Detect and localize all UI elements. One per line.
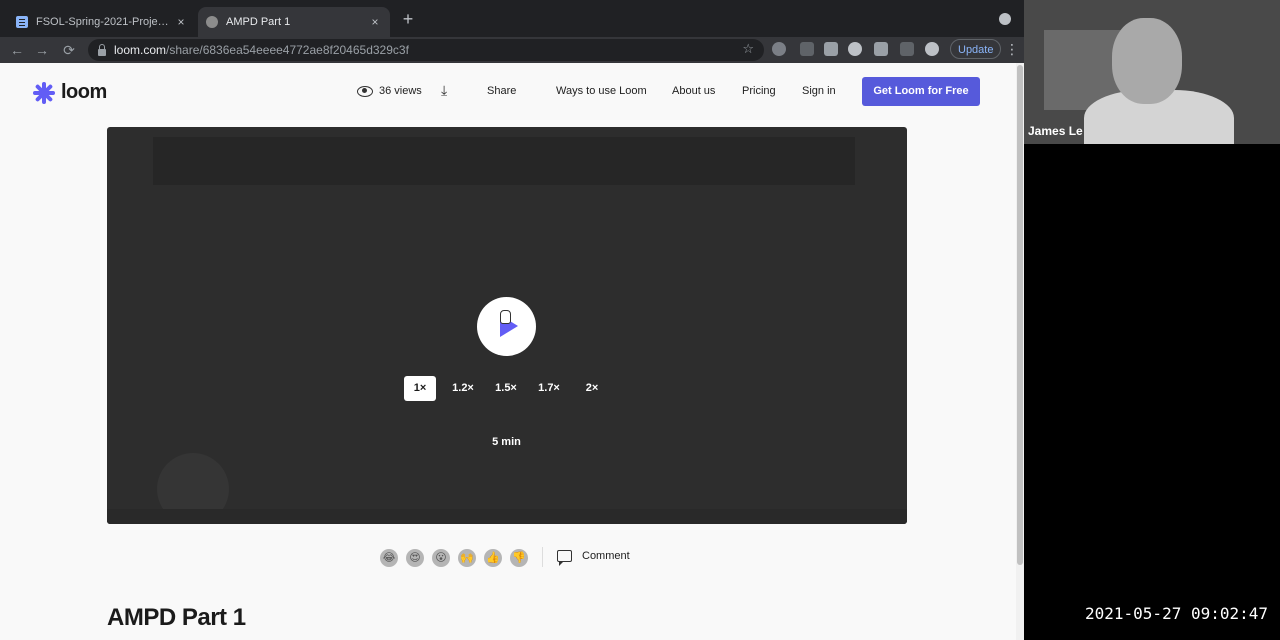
- video-player[interactable]: 1× 1.2× 1.5× 1.7× 2× 5 min: [107, 127, 907, 524]
- url-host: loom.com: [114, 43, 167, 57]
- extension-icon[interactable]: [772, 42, 786, 56]
- extension-icon[interactable]: [800, 42, 814, 56]
- webcam-person-face: [1112, 18, 1182, 104]
- tab-fsol-projects[interactable]: FSOL-Spring-2021-Projects-b ×: [8, 7, 196, 37]
- view-count-label: 36 views: [379, 85, 422, 97]
- browser-toolbar: ← → ⟳ loom.com/share/6836ea54eeee4772ae8…: [0, 37, 1024, 63]
- pricing-link[interactable]: Pricing: [742, 85, 776, 97]
- address-bar[interactable]: loom.com/share/6836ea54eeee4772ae8f20465…: [88, 39, 764, 61]
- loom-logo[interactable]: loom: [33, 81, 107, 104]
- puzzle-icon[interactable]: [874, 42, 888, 56]
- share-link[interactable]: Share: [487, 85, 516, 97]
- speed-option[interactable]: 2×: [576, 376, 608, 401]
- profile-avatar-icon[interactable]: [925, 42, 939, 56]
- browser-window: FSOL-Spring-2021-Projects-b × AMPD Part …: [0, 0, 1024, 640]
- reaction-thumbs-down-icon[interactable]: 👎: [510, 549, 528, 567]
- get-loom-button[interactable]: Get Loom for Free: [862, 77, 980, 106]
- url-path: /share/6836ea54eeee4772ae8f20465d329c3f: [166, 43, 409, 57]
- loom-favicon-icon: [206, 16, 218, 28]
- tab-title: FSOL-Spring-2021-Projects-b: [36, 16, 170, 28]
- back-button[interactable]: ←: [8, 41, 26, 59]
- reload-button[interactable]: ⟳: [60, 41, 78, 59]
- play-button[interactable]: [477, 297, 536, 356]
- extension-icon[interactable]: [824, 42, 838, 56]
- recording-timestamp: 2021-05-27 09:02:47: [1085, 604, 1269, 623]
- page-scrollbar[interactable]: [1016, 63, 1024, 640]
- reaction-laugh-icon[interactable]: 😂: [380, 549, 398, 567]
- comment-icon: [557, 550, 572, 566]
- video-frame-content: [153, 137, 855, 185]
- video-title: AMPD Part 1: [107, 604, 246, 631]
- loom-page: loom 36 views ⤓ Share Ways to use Loom A…: [0, 63, 1016, 640]
- tab-ampd-part-1[interactable]: AMPD Part 1 ×: [198, 7, 390, 37]
- webcam-participant-name: James Le: [1028, 124, 1083, 138]
- about-us-link[interactable]: About us: [672, 85, 715, 97]
- reaction-bar: 😂 😍 😮 🙌 👍 👎: [380, 549, 536, 567]
- reaction-raised-hands-icon[interactable]: 🙌: [458, 549, 476, 567]
- webcam-feed: James Le: [1024, 0, 1280, 144]
- speed-option[interactable]: 1.2×: [447, 376, 479, 401]
- speed-option[interactable]: 1×: [404, 376, 436, 401]
- cast-icon[interactable]: [900, 42, 914, 56]
- view-count: 36 views: [357, 85, 422, 97]
- update-button[interactable]: Update: [950, 39, 1002, 59]
- url-text[interactable]: loom.com/share/6836ea54eeee4772ae8f20465…: [114, 43, 409, 57]
- reaction-love-icon[interactable]: 😍: [406, 549, 424, 567]
- github-icon[interactable]: [848, 42, 862, 56]
- comment-label: Comment: [582, 550, 630, 562]
- hand-cursor-icon: [500, 310, 511, 324]
- reaction-divider: [542, 547, 543, 567]
- close-tab-icon[interactable]: ×: [368, 15, 382, 29]
- speed-option[interactable]: 1.5×: [490, 376, 522, 401]
- playback-speed-options: 1× 1.2× 1.5× 1.7× 2×: [404, 376, 619, 401]
- video-duration: 5 min: [492, 436, 521, 448]
- speed-option[interactable]: 1.7×: [533, 376, 565, 401]
- download-icon[interactable]: ⤓: [441, 82, 447, 99]
- tab-strip: FSOL-Spring-2021-Projects-b × AMPD Part …: [0, 0, 1024, 37]
- sign-in-link[interactable]: Sign in: [802, 85, 836, 97]
- lock-icon[interactable]: [98, 43, 106, 56]
- scrollbar-thumb[interactable]: [1017, 65, 1023, 565]
- new-tab-button[interactable]: +: [398, 9, 418, 30]
- reaction-wow-icon[interactable]: 😮: [432, 549, 450, 567]
- forward-button[interactable]: →: [33, 41, 51, 59]
- comment-button[interactable]: Comment: [557, 550, 630, 566]
- bookmark-star-icon[interactable]: ☆: [742, 41, 754, 57]
- reaction-thumbs-up-icon[interactable]: 👍: [484, 549, 502, 567]
- eye-icon: [357, 85, 373, 97]
- google-docs-icon: [16, 16, 28, 28]
- tab-title: AMPD Part 1: [226, 16, 291, 28]
- close-tab-icon[interactable]: ×: [174, 15, 188, 29]
- tab-search-icon[interactable]: [999, 13, 1011, 25]
- ways-to-use-link[interactable]: Ways to use Loom: [556, 85, 647, 97]
- loom-logo-text: loom: [61, 81, 107, 103]
- loom-logo-icon: [33, 81, 55, 104]
- video-controls-bar: [107, 509, 907, 524]
- browser-menu-icon[interactable]: ⋮: [1005, 42, 1019, 56]
